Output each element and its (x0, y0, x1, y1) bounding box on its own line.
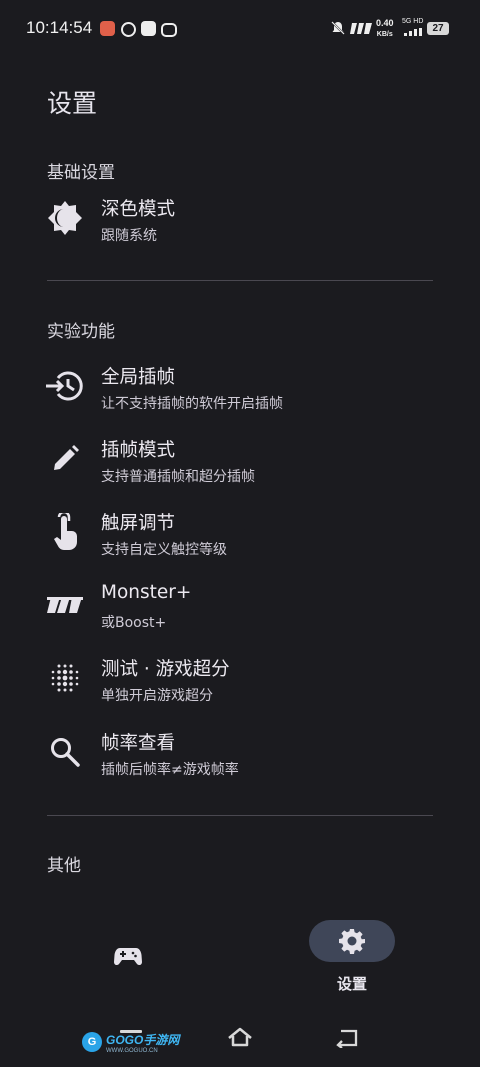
setting-item-touch-adjust[interactable]: 触屏调节 支持自定义触控等级 (0, 501, 480, 565)
home-button[interactable] (227, 1026, 253, 1048)
monster-logo-icon (44, 584, 86, 626)
setting-subtitle: 跟随系统 (101, 228, 157, 244)
monster-status-icon (350, 23, 372, 34)
gear-icon (339, 929, 365, 954)
setting-item-dark-mode[interactable]: 深色模式 跟随系统 (0, 187, 480, 251)
link-notification-icon (121, 22, 136, 37)
dots-grid-icon (44, 657, 86, 699)
setting-title: 测试 · 游戏超分 (101, 659, 230, 680)
status-bar: 10:14:54 0.40 KB/s 5G HD 27 (0, 0, 480, 60)
section-header-basic: 基础设置 (47, 163, 115, 183)
watermark-text: GOGO手游网 WWW.GOGUO.CN (106, 1032, 180, 1054)
bottom-nav: 设置 (0, 905, 480, 1005)
network-speed: 0.40 KB/s (376, 18, 394, 38)
touch-icon (44, 511, 86, 553)
back-button[interactable] (335, 1028, 359, 1048)
setting-item-game-upscale[interactable]: 测试 · 游戏超分 单独开启游戏超分 (0, 647, 480, 711)
setting-title: 深色模式 (101, 199, 176, 220)
nav-item-games[interactable] (108, 941, 148, 971)
nav-item-settings[interactable] (309, 920, 395, 962)
setting-title: 触屏调节 (101, 513, 176, 534)
game-notification-icon (161, 23, 177, 37)
divider (47, 280, 433, 281)
setting-subtitle: 让不支持插帧的软件开启插帧 (101, 396, 283, 412)
setting-subtitle: 支持普通插帧和超分插帧 (101, 469, 255, 485)
divider (47, 815, 433, 816)
setting-item-interpolation-mode[interactable]: 插帧模式 支持普通插帧和超分插帧 (0, 428, 480, 492)
global-interpolation-icon (44, 365, 86, 407)
system-nav-bar (0, 1018, 480, 1067)
section-header-experimental: 实验功能 (47, 322, 115, 342)
pencil-icon (44, 438, 86, 480)
app-notification-icon (100, 21, 115, 36)
search-icon (44, 731, 86, 773)
setting-title: 全局插帧 (101, 367, 176, 388)
setting-title: 帧率查看 (101, 733, 176, 754)
nav-label-settings: 设置 (336, 975, 367, 993)
setting-title: Monster+ (101, 582, 192, 603)
setting-subtitle: 单独开启游戏超分 (101, 688, 213, 704)
dark-mode-icon (44, 197, 86, 239)
setting-item-fps-view[interactable]: 帧率查看 插帧后帧率≠游戏帧率 (0, 721, 480, 785)
mute-icon (331, 21, 345, 35)
watermark-logo: G (82, 1032, 102, 1052)
setting-title: 插帧模式 (101, 440, 176, 461)
section-header-other: 其他 (47, 856, 81, 876)
setting-subtitle: 支持自定义触控等级 (101, 542, 227, 558)
setting-item-monster[interactable]: Monster+ 或Boost+ (0, 574, 480, 638)
signal-bars-icon (404, 28, 422, 36)
status-time: 10:14:54 (26, 18, 93, 37)
signal-indicator: 5G HD (402, 18, 424, 25)
setting-subtitle: 或Boost+ (101, 615, 167, 631)
setting-item-global-interpolation[interactable]: 全局插帧 让不支持插帧的软件开启插帧 (0, 355, 480, 419)
gamepad-icon (114, 948, 142, 966)
setting-subtitle: 插帧后帧率≠游戏帧率 (101, 762, 239, 778)
watermark: G GOGO手游网 WWW.GOGUO.CN (82, 1030, 179, 1054)
message-notification-icon (141, 21, 156, 36)
battery-indicator: 27 (427, 22, 449, 35)
page-title: 设置 (47, 89, 98, 118)
